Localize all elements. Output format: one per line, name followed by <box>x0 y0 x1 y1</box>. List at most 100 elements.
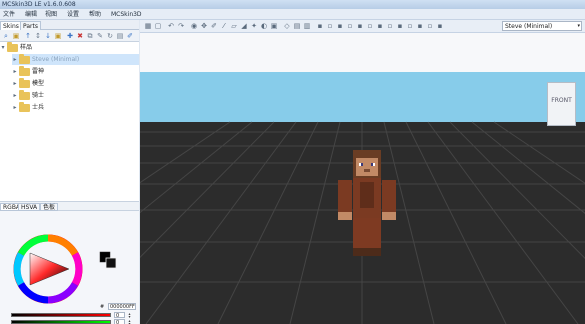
up-icon[interactable]: ↑ <box>24 32 32 40</box>
secondary-color-swatch[interactable] <box>105 257 117 269</box>
editor-area: ▦ ▢ ↶ ↷ ◉ ✥ ✐ ⁄ ▱ ◢ ✦ ◐ ▣ ◇ ▤ ▥ ▪ ▫ ▪ ▫ … <box>140 20 585 324</box>
rename-icon[interactable]: ✎ <box>96 32 104 40</box>
expand-arrow-icon[interactable]: ▸ <box>12 102 18 113</box>
tab-skins[interactable]: Skins <box>0 21 22 30</box>
hex-input[interactable]: 000000FF <box>108 303 136 310</box>
view-cube[interactable]: FRONT <box>547 82 576 126</box>
add-icon[interactable]: ✚ <box>66 32 74 40</box>
dropper-icon[interactable]: ⁄ <box>220 22 228 30</box>
model-left-boot <box>353 248 367 256</box>
view-cube-face: FRONT <box>551 97 572 104</box>
menu-bar: 文件 编辑 视图 设置 帮助 MCSkin3D <box>0 9 585 20</box>
tree-node-samples[interactable]: ▾ 样品 <box>0 42 139 53</box>
background-icon[interactable]: ▪ <box>416 22 424 30</box>
tree-node-model[interactable]: ▸ 模型 <box>12 78 139 89</box>
undo-icon[interactable]: ↶ <box>167 22 175 30</box>
export-icon[interactable]: ▪ <box>436 22 444 30</box>
3d-viewport[interactable]: FRONT <box>140 72 585 324</box>
folder-icon[interactable]: ▣ <box>12 32 20 40</box>
folder-icon <box>19 90 30 100</box>
redo-icon[interactable]: ↷ <box>177 22 185 30</box>
left-arm-icon[interactable]: ▫ <box>346 22 354 30</box>
skin-toolbar: ⌕ ▣ ↑ ↕ ↓ ▣ ✚ ✖ ⧉ ✎ ↻ ▤ ✐ <box>0 30 139 42</box>
title-bar: MCSkin3D LE v1.6.0.608 <box>0 0 585 9</box>
clone-icon[interactable]: ⧉ <box>86 32 94 40</box>
model-left-pupil <box>361 163 363 166</box>
eraser-icon[interactable]: ▱ <box>230 22 238 30</box>
screenshot-icon[interactable]: ▫ <box>426 22 434 30</box>
editor-blank-strip <box>140 33 585 72</box>
green-value[interactable]: 0 <box>114 319 125 324</box>
menu-settings[interactable]: 设置 <box>66 10 80 19</box>
overlay-icon[interactable]: ▫ <box>386 22 394 30</box>
tree-node-soldier[interactable]: ▸ 士兵 <box>12 102 139 113</box>
stamp-icon[interactable]: ▣ <box>270 22 278 30</box>
window-title: MCSkin3D LE v1.6.0.608 <box>2 1 76 8</box>
tree-node-steve[interactable]: ▸ Steve (Minimal) <box>12 54 139 65</box>
left-leg-icon[interactable]: ▫ <box>366 22 374 30</box>
expand-arrow-icon[interactable]: ▸ <box>12 66 18 77</box>
pencil-icon[interactable]: ✐ <box>210 22 218 30</box>
hex-label: # <box>100 304 105 310</box>
fill-icon[interactable]: ◢ <box>240 22 248 30</box>
folder-icon <box>19 78 30 88</box>
model-mouth <box>364 169 370 172</box>
green-slider[interactable] <box>11 320 111 324</box>
pencil-icon[interactable]: ✐ <box>126 32 134 40</box>
chest-icon[interactable]: ▪ <box>336 22 344 30</box>
model-right-hand <box>382 212 396 220</box>
texture-icon[interactable]: ▤ <box>293 22 301 30</box>
helmet-icon[interactable]: ▫ <box>326 22 334 30</box>
menu-help[interactable]: 帮助 <box>88 10 102 19</box>
folder-icon <box>19 54 30 64</box>
move-icon[interactable]: ↕ <box>34 32 42 40</box>
left-panel: Skins Parts ⌕ ▣ ↑ ↕ ↓ ▣ ✚ ✖ ⧉ ✎ ↻ ▤ ✐ ▾ … <box>0 20 139 324</box>
split-view-icon[interactable]: ▥ <box>303 22 311 30</box>
model-right-boot <box>367 248 381 256</box>
delete-icon[interactable]: ✖ <box>76 32 84 40</box>
menu-mcskin3d[interactable]: MCSkin3D <box>110 10 143 19</box>
model-face <box>356 158 378 176</box>
move-icon[interactable]: ✥ <box>200 22 208 30</box>
perspective-icon[interactable]: ◇ <box>283 22 291 30</box>
model-dropdown-value: Steve (Minimal) <box>505 23 553 30</box>
right-leg-icon[interactable]: ▪ <box>376 22 384 30</box>
menu-file[interactable]: 文件 <box>2 10 16 19</box>
spin-icon[interactable]: ▴ ▾ <box>127 319 132 324</box>
collapse-arrow-icon[interactable]: ▾ <box>0 42 6 53</box>
tab-parts[interactable]: Parts <box>20 21 41 30</box>
down-icon[interactable]: ↓ <box>44 32 52 40</box>
expand-arrow-icon[interactable]: ▸ <box>12 90 18 101</box>
tab-hsva[interactable]: HSVA <box>18 203 41 211</box>
chevron-down-icon[interactable]: ▾ <box>577 22 580 31</box>
model-dropdown[interactable]: Steve (Minimal) ▾ <box>502 21 582 31</box>
ghost-icon[interactable]: ▪ <box>396 22 404 30</box>
page-icon[interactable]: ▢ <box>154 22 162 30</box>
tab-palette[interactable]: 色板 <box>40 203 59 211</box>
right-arm-icon[interactable]: ▪ <box>356 22 364 30</box>
editor-toolbar: ▦ ▢ ↶ ↷ ◉ ✥ ✐ ⁄ ▱ ◢ ✦ ◐ ▣ ◇ ▤ ▥ ▪ ▫ ▪ ▫ … <box>140 20 585 33</box>
folder-icon <box>7 42 18 52</box>
tree-node-thor[interactable]: ▸ 雷神 <box>12 66 139 77</box>
color-triangle[interactable] <box>29 252 70 286</box>
refresh-icon[interactable]: ↻ <box>106 32 114 40</box>
color-panel: # 000000FF 0 ▴▾ 0 ▴▾ 0 ▴▾ <box>0 211 139 324</box>
red-value[interactable]: 0 <box>114 312 125 319</box>
menu-view[interactable]: 视图 <box>44 10 58 19</box>
skin-tabs: Skins Parts <box>0 20 139 30</box>
tree-node-knight[interactable]: ▸ 骑士 <box>12 90 139 101</box>
noise-icon[interactable]: ✦ <box>250 22 258 30</box>
menu-edit[interactable]: 编辑 <box>24 10 38 19</box>
eye-icon[interactable]: ◉ <box>190 22 198 30</box>
red-slider[interactable] <box>11 313 111 317</box>
head-icon[interactable]: ▪ <box>316 22 324 30</box>
expand-arrow-icon[interactable]: ▸ <box>12 54 18 65</box>
zoom-icon[interactable]: ⌕ <box>2 32 10 40</box>
grid-icon[interactable]: ▦ <box>144 22 152 30</box>
new-folder-icon[interactable]: ▣ <box>54 32 62 40</box>
expand-arrow-icon[interactable]: ▸ <box>12 78 18 89</box>
darken-icon[interactable]: ◐ <box>260 22 268 30</box>
alpha-icon[interactable]: ▫ <box>406 22 414 30</box>
save-icon[interactable]: ▤ <box>116 32 124 40</box>
player-model[interactable] <box>140 72 585 324</box>
